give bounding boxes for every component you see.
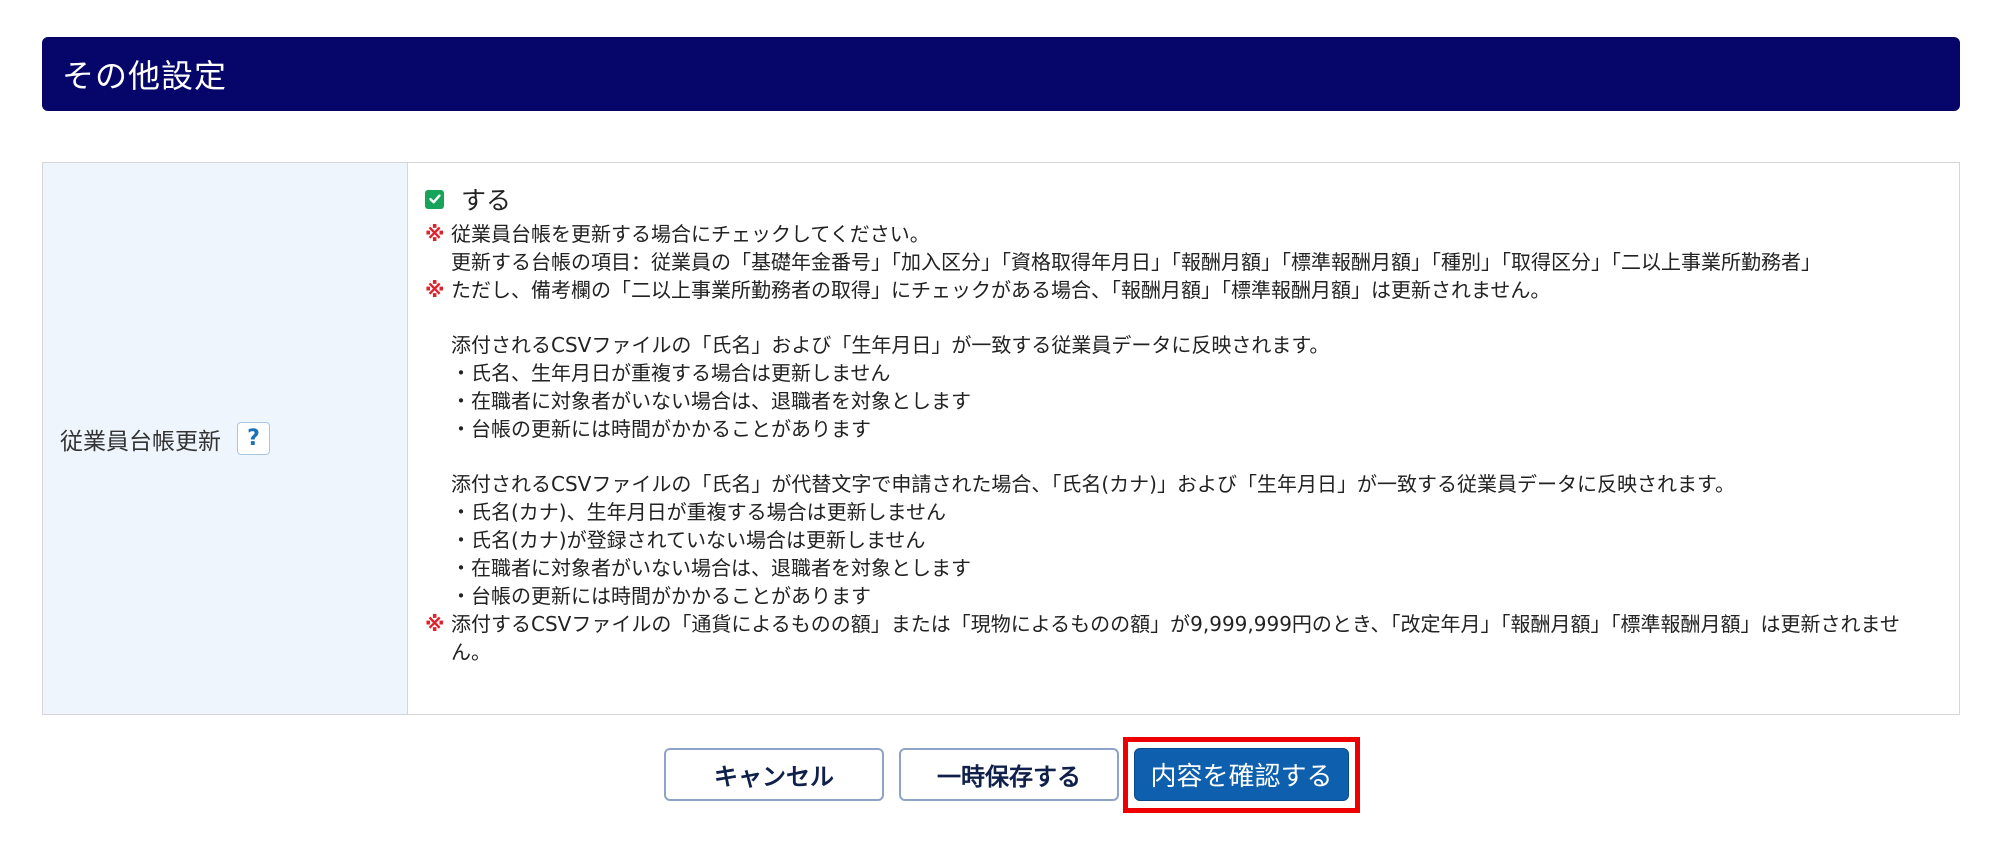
field-content-cell: する ※ 従業員台帳を更新する場合にチェックしてください。 更新する台帳の項目：従業… (408, 163, 1959, 714)
note-line: ・台帳の更新には時間がかかることがあります (425, 415, 1939, 443)
save-draft-button[interactable]: 一時保存する (899, 748, 1119, 801)
field-label: 従業員台帳更新 (60, 428, 221, 455)
note-text: ・台帳の更新には時間がかかることがあります (451, 584, 871, 608)
note-line: ※ ただし、備考欄の「二以上事業所勤務者の取得」にチェックがある場合、「報酬月額」… (425, 276, 1939, 304)
note-text: 添付されるCSVファイルの「氏名」および「生年月日」が一致する従業員データに反映… (451, 333, 1330, 357)
note-line: 更新する台帳の項目：従業員の「基礎年金番号」「加入区分」「資格取得年月日」「報酬… (425, 248, 1939, 276)
cancel-button[interactable]: キャンセル (664, 748, 884, 801)
note-text: 添付されるCSVファイルの「氏名」が代替文字で申請された場合、「氏名(カナ)」お… (451, 472, 1735, 496)
settings-table: 従業員台帳更新 ? する ※ 従業員台帳を更新する場合にチェックしてください。 更新… (42, 162, 1960, 715)
checkmark-icon (428, 194, 441, 204)
section-title: その他設定 (62, 57, 228, 95)
note-line: ・氏名(カナ)、生年月日が重複する場合は更新しません (425, 498, 1939, 526)
note-line: ・氏名、生年月日が重複する場合は更新しません (425, 359, 1939, 387)
note-text: 従業員台帳を更新する場合にチェックしてください。 (451, 222, 930, 246)
note-text: ・氏名、生年月日が重複する場合は更新しません (451, 361, 891, 385)
note-line: 添付されるCSVファイルの「氏名」および「生年月日」が一致する従業員データに反映… (425, 331, 1939, 359)
warning-mark-icon: ※ (425, 222, 445, 246)
confirm-button[interactable]: 内容を確認する (1134, 748, 1349, 801)
note-text: ・氏名(カナ)、生年月日が重複する場合は更新しません (451, 500, 947, 524)
note-text: ・在職者に対象者がいない場合は、退職者を対象とします (451, 556, 971, 580)
note-line: ※ 添付するCSVファイルの「通貨によるものの額」または「現物によるものの額」が9… (425, 610, 1939, 666)
warning-mark-icon: ※ (425, 278, 445, 302)
note-text: ただし、備考欄の「二以上事業所勤務者の取得」にチェックがある場合、「報酬月額」「… (451, 278, 1551, 302)
update-ledger-checkbox[interactable] (425, 189, 444, 209)
update-checkbox-row[interactable]: する (425, 182, 1939, 216)
action-button-row: キャンセル 一時保存する 内容を確認する (0, 748, 2000, 808)
notes-block: ※ 従業員台帳を更新する場合にチェックしてください。 更新する台帳の項目：従業員の「… (425, 220, 1939, 666)
section-header: その他設定 (42, 37, 1960, 111)
note-text: 添付するCSVファイルの「通貨によるものの額」または「現物によるものの額」が9,… (451, 612, 1900, 664)
field-label-cell: 従業員台帳更新 ? (43, 163, 408, 714)
note-line: ・台帳の更新には時間がかかることがあります (425, 582, 1939, 610)
note-text: 更新する台帳の項目：従業員の「基礎年金番号」「加入区分」「資格取得年月日」「報酬… (451, 250, 1821, 274)
note-spacer (425, 304, 1939, 331)
warning-mark-icon: ※ (425, 612, 445, 636)
note-line: ・在職者に対象者がいない場合は、退職者を対象とします (425, 387, 1939, 415)
note-spacer (425, 443, 1939, 470)
note-text: ・在職者に対象者がいない場合は、退職者を対象とします (451, 389, 971, 413)
note-line: ・在職者に対象者がいない場合は、退職者を対象とします (425, 554, 1939, 582)
update-checkbox-label[interactable]: する (461, 181, 511, 217)
note-text: ・台帳の更新には時間がかかることがあります (451, 417, 871, 441)
help-icon[interactable]: ? (237, 422, 270, 455)
note-line: ・氏名(カナ)が登録されていない場合は更新しません (425, 526, 1939, 554)
note-line: 添付されるCSVファイルの「氏名」が代替文字で申請された場合、「氏名(カナ)」お… (425, 470, 1939, 498)
note-line: ※ 従業員台帳を更新する場合にチェックしてください。 (425, 220, 1939, 248)
note-text: ・氏名(カナ)が登録されていない場合は更新しません (451, 528, 926, 552)
